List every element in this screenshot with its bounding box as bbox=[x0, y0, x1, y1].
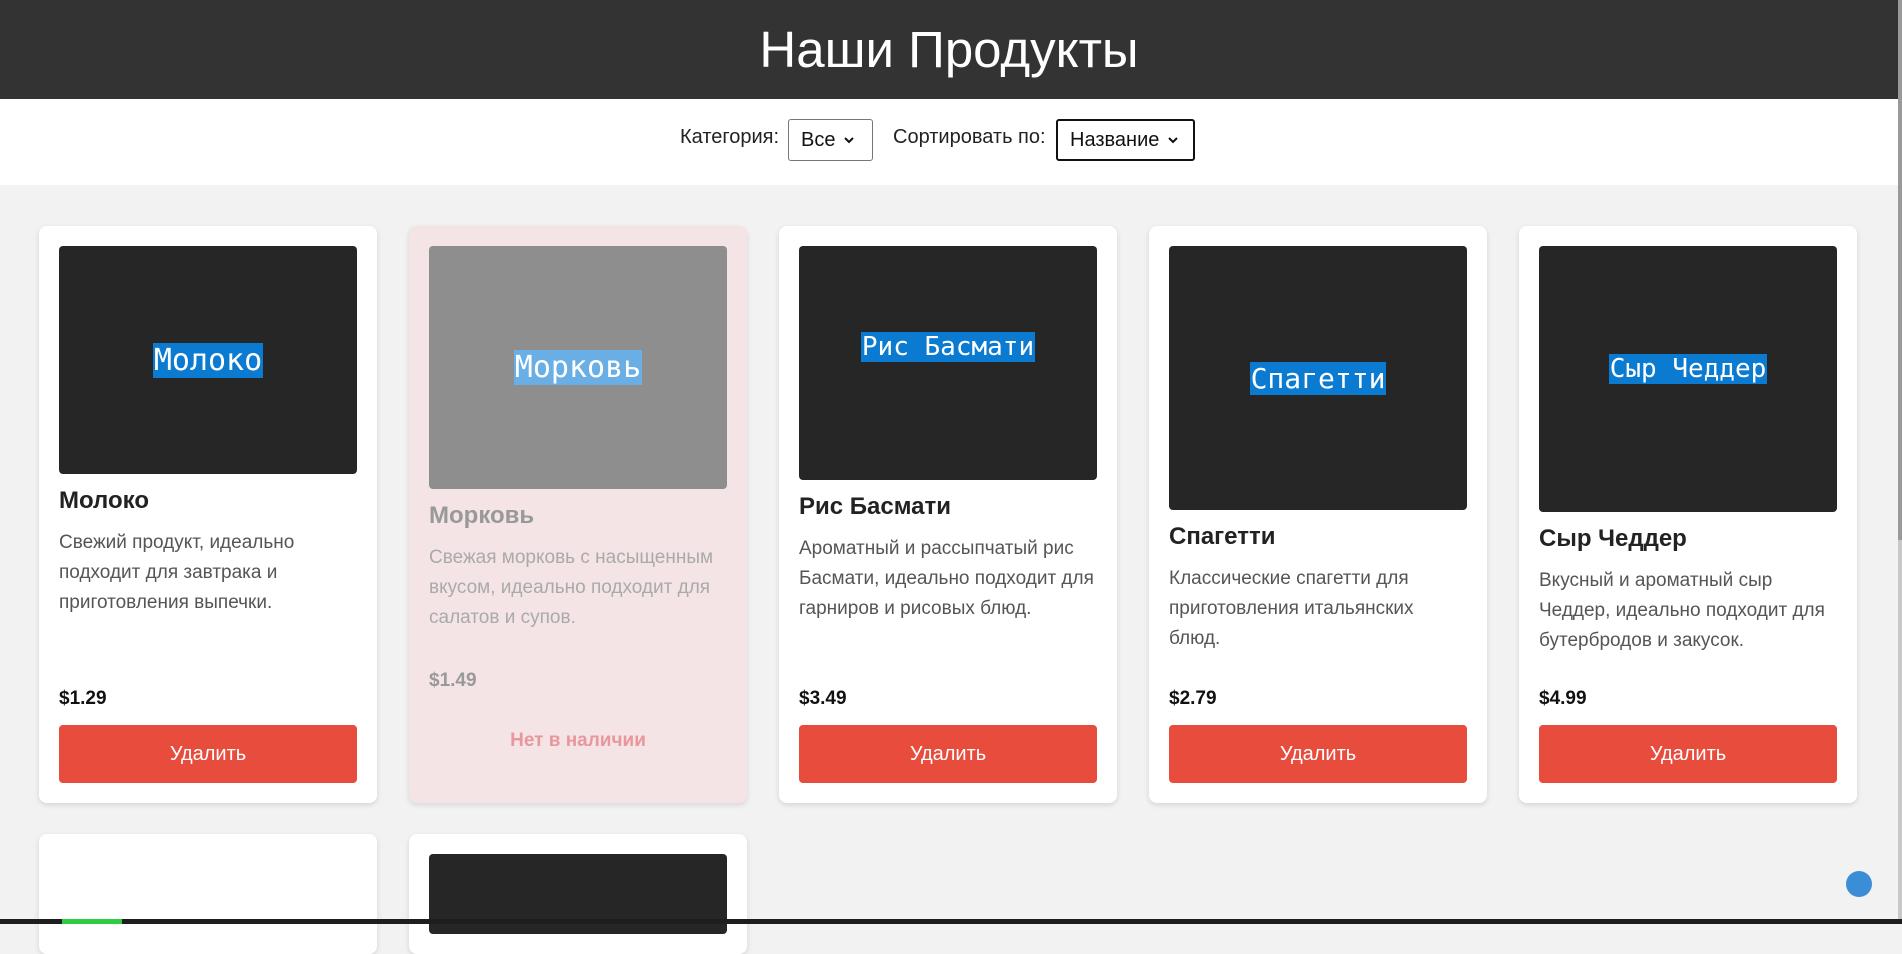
filter-bar: Категория: Все Сортировать по: Название bbox=[0, 99, 1898, 185]
sort-select[interactable]: Название bbox=[1056, 119, 1195, 161]
delete-button[interactable]: Удалить bbox=[1169, 725, 1467, 783]
chevron-down-icon bbox=[844, 137, 855, 144]
sort-select-value: Название bbox=[1070, 128, 1160, 151]
delete-button[interactable]: Удалить bbox=[59, 725, 357, 783]
product-description: Вкусный и ароматный сыр Чеддер, идеально… bbox=[1539, 570, 1825, 651]
product-name: Сыр Чеддер bbox=[1539, 525, 1687, 552]
product-card: Молоко Молоко Свежий продукт, идеально п… bbox=[39, 226, 377, 803]
product-card: Спагетти Спагетти Классические спагетти … bbox=[1149, 226, 1487, 803]
out-of-stock-label: Нет в наличии bbox=[510, 730, 646, 751]
category-label: Категория: bbox=[680, 126, 780, 148]
product-price: $1.29 bbox=[59, 688, 107, 709]
product-card: Рис Басмати Рис Басмати Ароматный и расс… bbox=[779, 226, 1117, 803]
bottom-edge bbox=[0, 919, 1902, 924]
product-image-label: Молоко bbox=[152, 342, 264, 378]
delete-button[interactable]: Удалить bbox=[799, 725, 1097, 783]
product-price: $4.99 bbox=[1539, 688, 1587, 709]
product-card: Сыр Чеддер Сыр Чеддер Вкусный и ароматны… bbox=[1519, 226, 1857, 803]
product-card-out-of-stock: Морковь Морковь Свежая морковь с насыщен… bbox=[409, 226, 747, 803]
product-description: Классические спагетти для приготовления … bbox=[1169, 568, 1414, 649]
product-image: Сыр Чеддер bbox=[1539, 246, 1837, 512]
product-name: Спагетти bbox=[1169, 523, 1276, 550]
floating-indicator-icon bbox=[1846, 871, 1872, 897]
product-image: Рис Басмати bbox=[799, 246, 1097, 480]
category-select-value: Все bbox=[801, 128, 836, 151]
product-image-label: Спагетти bbox=[1249, 361, 1387, 395]
delete-button[interactable]: Удалить bbox=[1539, 725, 1837, 783]
chevron-down-icon bbox=[1168, 137, 1179, 144]
product-name: Молоко bbox=[59, 487, 149, 514]
product-image: Молоко bbox=[59, 246, 357, 474]
scrollbar[interactable] bbox=[1898, 0, 1902, 924]
product-description: Свежая морковь с насыщенным вкусом, идеа… bbox=[429, 547, 714, 628]
product-price: $1.49 bbox=[429, 670, 477, 691]
product-card bbox=[409, 834, 747, 954]
product-image-label: Сыр Чеддер bbox=[1608, 354, 1768, 384]
product-image: Морковь bbox=[429, 246, 727, 489]
product-image-label: Морковь bbox=[513, 350, 643, 385]
product-price: $2.79 bbox=[1169, 688, 1217, 709]
page-header: Наши Продукты bbox=[0, 0, 1898, 99]
product-name: Рис Басмати bbox=[799, 493, 952, 520]
bottom-accent bbox=[62, 919, 122, 924]
category-select[interactable]: Все bbox=[788, 119, 873, 161]
scrollbar-thumb[interactable] bbox=[1898, 0, 1902, 540]
product-image: Спагетти bbox=[1169, 246, 1467, 510]
page-title: Наши Продукты bbox=[759, 21, 1139, 78]
product-description: Свежий продукт, идеально подходит для за… bbox=[59, 532, 295, 613]
sort-label: Сортировать по: bbox=[893, 126, 1046, 148]
product-card bbox=[39, 834, 377, 954]
product-name: Морковь bbox=[429, 502, 535, 529]
product-image-label: Рис Басмати bbox=[860, 332, 1036, 362]
product-price: $3.49 bbox=[799, 688, 847, 709]
product-description: Ароматный и рассыпчатый рис Басмати, иде… bbox=[799, 538, 1094, 619]
